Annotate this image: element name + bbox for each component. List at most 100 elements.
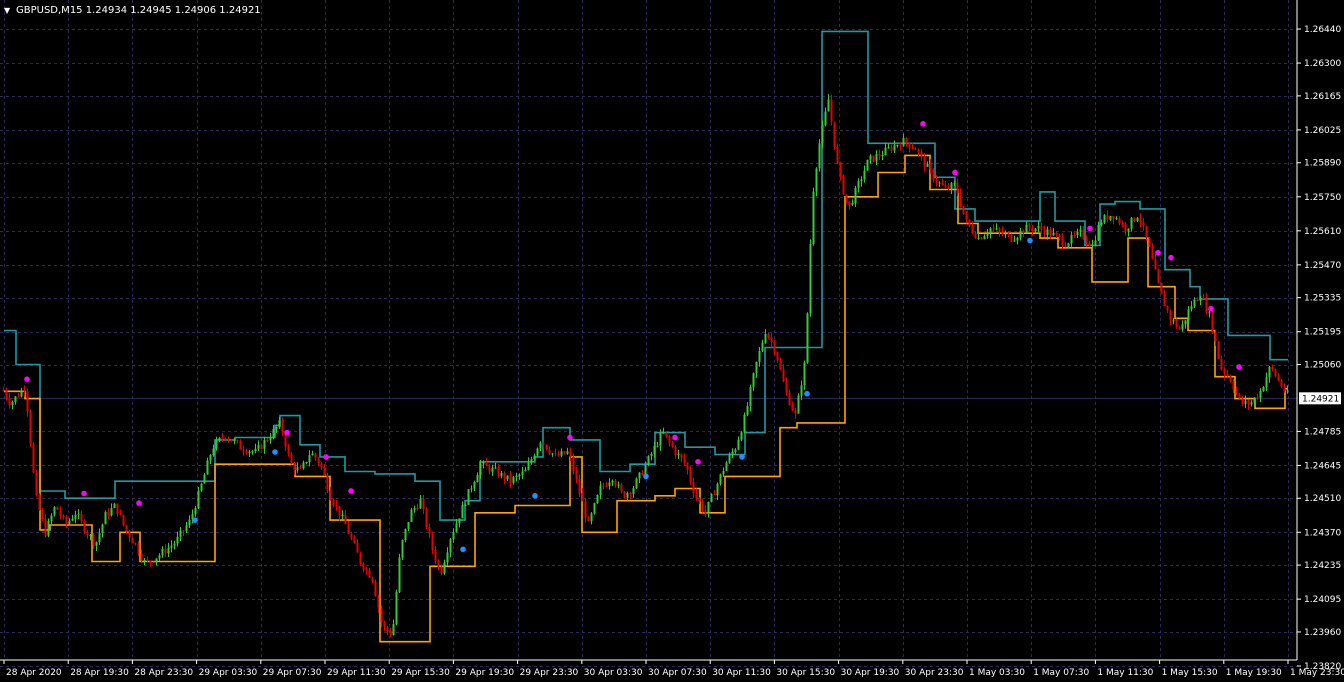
candle bbox=[248, 450, 251, 458]
candle bbox=[770, 332, 773, 348]
candle bbox=[1151, 243, 1154, 260]
candle-body bbox=[119, 513, 122, 515]
candle bbox=[374, 579, 377, 597]
candle-body bbox=[71, 518, 74, 521]
signal-dot-up bbox=[804, 390, 810, 397]
candle-body bbox=[1190, 306, 1193, 310]
candle bbox=[797, 393, 800, 414]
candle-body bbox=[1196, 299, 1199, 301]
candle bbox=[314, 452, 317, 462]
candle bbox=[1256, 394, 1259, 400]
candle-body bbox=[452, 532, 455, 540]
x-tick-label: 28 Apr 19:30 bbox=[70, 668, 129, 678]
candle-body bbox=[710, 494, 713, 502]
candle bbox=[782, 364, 785, 383]
candle bbox=[860, 176, 863, 187]
candle bbox=[368, 567, 371, 579]
candle-body bbox=[29, 411, 32, 444]
candle bbox=[1160, 282, 1163, 295]
candle-body bbox=[467, 489, 470, 505]
candle bbox=[1169, 309, 1172, 326]
candle-body bbox=[446, 552, 449, 563]
candle bbox=[593, 502, 596, 515]
candle-body bbox=[2, 389, 5, 391]
candle bbox=[800, 380, 803, 401]
candle-body bbox=[848, 201, 851, 205]
candle-body bbox=[782, 369, 785, 382]
candle-body bbox=[1199, 298, 1202, 301]
candle bbox=[155, 558, 158, 566]
candle bbox=[794, 407, 797, 419]
candle-body bbox=[1166, 306, 1169, 311]
y-axis-ticks: 1.26440 1.26300 1.26165 1.26025 1.25890 1.257… bbox=[1297, 25, 1341, 672]
candle bbox=[305, 461, 308, 465]
candle bbox=[704, 505, 707, 518]
candle-body bbox=[1082, 229, 1085, 239]
candle-body bbox=[356, 543, 359, 553]
price-chart[interactable]: 1.26440 1.26300 1.26165 1.26025 1.25890 1.257… bbox=[0, 0, 1344, 682]
candle-body bbox=[950, 183, 953, 190]
candle bbox=[1127, 228, 1130, 237]
candle-body bbox=[1184, 320, 1187, 325]
candle bbox=[530, 456, 533, 465]
candle bbox=[776, 351, 779, 363]
candle-body bbox=[632, 488, 635, 495]
candle bbox=[17, 392, 20, 398]
candle-body bbox=[209, 455, 212, 461]
candle bbox=[182, 530, 185, 537]
candle-body bbox=[779, 360, 782, 370]
candle bbox=[938, 181, 941, 187]
candle-body bbox=[836, 146, 839, 163]
candle bbox=[365, 566, 368, 575]
candle-body bbox=[137, 543, 140, 554]
candle bbox=[563, 450, 566, 455]
candle-body bbox=[578, 479, 581, 494]
candle bbox=[1184, 320, 1187, 329]
chart-header: ▼ GBPUSD,M15 1.24934 1.24945 1.24906 1.2… bbox=[4, 5, 261, 16]
candle bbox=[194, 506, 197, 517]
candle-body bbox=[323, 466, 326, 476]
candle bbox=[446, 547, 449, 566]
candle-body bbox=[1241, 398, 1244, 404]
candle bbox=[701, 498, 704, 513]
candle bbox=[623, 490, 626, 499]
candle-body bbox=[845, 194, 848, 202]
candle-body bbox=[269, 437, 272, 441]
candle-body bbox=[908, 143, 911, 149]
candle-body bbox=[347, 524, 350, 534]
candle-body bbox=[824, 111, 827, 125]
candle-body bbox=[1211, 312, 1214, 333]
candle bbox=[491, 464, 494, 476]
candle bbox=[641, 470, 644, 476]
candle bbox=[872, 155, 875, 163]
chart-window[interactable]: 1.26440 1.26300 1.26165 1.26025 1.25890 1.257… bbox=[0, 0, 1344, 682]
collapse-arrow-icon[interactable]: ▼ bbox=[4, 6, 11, 15]
candle bbox=[281, 417, 284, 436]
candle-body bbox=[1055, 232, 1058, 235]
candle-body bbox=[179, 530, 182, 537]
candle-body bbox=[545, 444, 548, 450]
candle-body bbox=[1268, 366, 1271, 378]
candle-body bbox=[635, 478, 638, 489]
candle bbox=[317, 457, 320, 467]
candle bbox=[1040, 222, 1043, 235]
candle-body bbox=[653, 445, 656, 454]
candle bbox=[683, 453, 686, 466]
candle-body bbox=[275, 427, 278, 429]
candle-body bbox=[1121, 223, 1124, 225]
candle-body bbox=[392, 624, 395, 636]
candle-body bbox=[995, 228, 998, 230]
candle bbox=[65, 514, 68, 529]
candle bbox=[266, 438, 269, 443]
candle-body bbox=[977, 237, 980, 239]
candle-body bbox=[737, 439, 740, 450]
candle-body bbox=[1004, 233, 1007, 235]
candle bbox=[398, 553, 401, 593]
candle bbox=[680, 453, 683, 463]
candle bbox=[743, 412, 746, 434]
candle bbox=[740, 431, 743, 442]
candle bbox=[389, 627, 392, 638]
y-tick-label: 1.25195 bbox=[1304, 328, 1341, 338]
candle-body bbox=[902, 137, 905, 147]
candle bbox=[410, 507, 413, 523]
